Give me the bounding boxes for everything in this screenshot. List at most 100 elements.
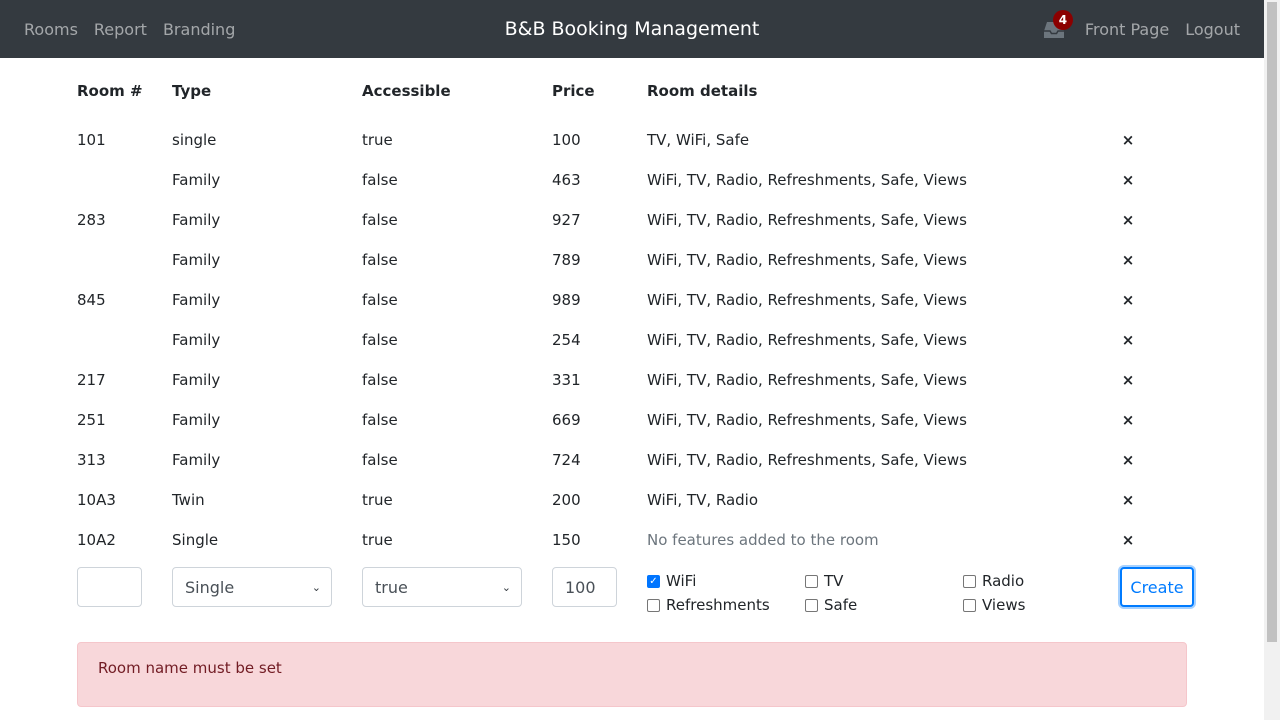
table-row: 10A3 Twin true 200 WiFi, TV, Radio × xyxy=(0,480,1264,520)
checkbox-icon xyxy=(963,598,976,612)
delete-icon[interactable]: × xyxy=(1120,440,1136,480)
room-number: 845 xyxy=(77,291,106,309)
room-details: TV, WiFi, Safe xyxy=(647,131,750,149)
header-accessible: Accessible xyxy=(362,82,451,100)
room-details: WiFi, TV, Radio, Refreshments, Safe, Vie… xyxy=(647,331,967,349)
room-price-input[interactable]: 100 xyxy=(552,567,617,607)
room-type: Family xyxy=(172,211,221,229)
room-number: 251 xyxy=(77,411,106,429)
nav-rooms-link[interactable]: Rooms xyxy=(24,20,78,39)
nav-right: 4 Front Page Logout xyxy=(1043,0,1240,58)
room-accessible: true xyxy=(362,531,393,549)
feature-tv-checkbox[interactable]: TV xyxy=(805,572,843,590)
room-price: 331 xyxy=(552,371,581,389)
room-accessible: false xyxy=(362,411,398,429)
feature-radio-label: Radio xyxy=(982,572,1025,590)
error-alert-message: Room name must be set xyxy=(98,659,282,677)
navbar: Rooms Report Branding B&B Booking Manage… xyxy=(0,0,1264,58)
notification-badge: 4 xyxy=(1052,10,1073,30)
room-type: Family xyxy=(172,411,221,429)
delete-icon[interactable]: × xyxy=(1120,480,1136,520)
room-price: 200 xyxy=(552,491,581,509)
room-type-select[interactable]: Single ⌄ xyxy=(172,567,332,607)
delete-icon[interactable]: × xyxy=(1120,400,1136,440)
table-row: 313 Family false 724 WiFi, TV, Radio, Refres… xyxy=(0,440,1264,480)
room-accessible: false xyxy=(362,251,398,269)
table-row: 251 Family false 669 WiFi, TV, Radio, Refres… xyxy=(0,400,1264,440)
checkbox-icon: ✓ xyxy=(647,574,660,588)
feature-tv-label: TV xyxy=(824,572,844,590)
room-price: 789 xyxy=(552,251,581,269)
delete-icon[interactable]: × xyxy=(1120,520,1136,560)
room-price: 254 xyxy=(552,331,581,349)
delete-icon[interactable]: × xyxy=(1120,360,1136,400)
room-price: 724 xyxy=(552,451,581,469)
delete-icon[interactable]: × xyxy=(1120,160,1136,200)
chevron-down-icon: ⌄ xyxy=(501,580,511,594)
room-name-input[interactable] xyxy=(77,567,142,607)
room-type: Family xyxy=(172,331,221,349)
feature-views-checkbox[interactable]: Views xyxy=(963,596,1025,614)
room-accessible: false xyxy=(362,291,398,309)
room-type: Family xyxy=(172,251,221,269)
room-type-selected: Single xyxy=(185,577,235,597)
feature-views-label: Views xyxy=(982,596,1026,614)
room-number: 101 xyxy=(77,131,106,149)
feature-safe-label: Safe xyxy=(824,596,858,614)
notifications-button[interactable]: 4 xyxy=(1043,10,1073,39)
checkbox-icon xyxy=(963,574,976,588)
page-scrollbar[interactable] xyxy=(1264,0,1280,720)
delete-icon[interactable]: × xyxy=(1120,320,1136,360)
room-type: Family xyxy=(172,371,221,389)
room-number: 283 xyxy=(77,211,106,229)
room-details: WiFi, TV, Radio, Refreshments, Safe, Vie… xyxy=(647,171,967,189)
room-details: WiFi, TV, Radio xyxy=(647,491,759,509)
room-type: Family xyxy=(172,451,221,469)
room-number: 10A3 xyxy=(77,491,116,509)
room-accessible: false xyxy=(362,371,398,389)
feature-refreshments-checkbox[interactable]: Refreshments xyxy=(647,596,770,614)
room-accessible: true xyxy=(362,131,393,149)
delete-icon[interactable]: × xyxy=(1120,200,1136,240)
feature-radio-checkbox[interactable]: Radio xyxy=(963,572,1024,590)
checkbox-icon xyxy=(805,574,818,588)
nav-left: Rooms Report Branding xyxy=(24,0,251,58)
header-price: Price xyxy=(552,82,595,100)
room-number: 10A2 xyxy=(77,531,116,549)
delete-icon[interactable]: × xyxy=(1120,240,1136,280)
header-room-number: Room # xyxy=(77,82,143,100)
error-alert: Room name must be set xyxy=(77,642,1187,707)
delete-icon[interactable]: × xyxy=(1120,280,1136,320)
feature-refreshments-label: Refreshments xyxy=(666,596,770,614)
room-price: 463 xyxy=(552,171,581,189)
table-row: Family false 254 WiFi, TV, Radio, Refreshme… xyxy=(0,320,1264,360)
room-accessible: false xyxy=(362,211,398,229)
table-row: Family false 789 WiFi, TV, Radio, Refreshme… xyxy=(0,240,1264,280)
nav-report-link[interactable]: Report xyxy=(94,20,147,39)
room-details: WiFi, TV, Radio, Refreshments, Safe, Vie… xyxy=(647,371,967,389)
room-details: WiFi, TV, Radio, Refreshments, Safe, Vie… xyxy=(647,451,967,469)
feature-wifi-checkbox[interactable]: ✓ WiFi xyxy=(647,572,696,590)
table-row: 101 single true 100 TV, WiFi, Safe × xyxy=(0,120,1264,160)
room-type: Family xyxy=(172,171,221,189)
room-details: WiFi, TV, Radio, Refreshments, Safe, Vie… xyxy=(647,251,967,269)
accessible-select[interactable]: true ⌄ xyxy=(362,567,522,607)
table-row: 283 Family false 927 WiFi, TV, Radio, Refres… xyxy=(0,200,1264,240)
room-price: 989 xyxy=(552,291,581,309)
room-type: Single xyxy=(172,531,219,549)
checkbox-icon xyxy=(805,598,818,612)
delete-icon[interactable]: × xyxy=(1120,120,1136,160)
feature-safe-checkbox[interactable]: Safe xyxy=(805,596,857,614)
scrollbar-thumb[interactable] xyxy=(1267,2,1277,642)
room-accessible: false xyxy=(362,451,398,469)
chevron-down-icon: ⌄ xyxy=(311,580,321,594)
room-number: 313 xyxy=(77,451,106,469)
checkbox-icon xyxy=(647,598,660,612)
create-room-button[interactable]: Create xyxy=(1120,567,1194,607)
table-row: Family false 463 WiFi, TV, Radio, Refreshme… xyxy=(0,160,1264,200)
nav-branding-link[interactable]: Branding xyxy=(163,20,235,39)
nav-logout-link[interactable]: Logout xyxy=(1185,20,1240,39)
table-row: 217 Family false 331 WiFi, TV, Radio, Refres… xyxy=(0,360,1264,400)
table-row: 10A2 Single true 150 No features added to th… xyxy=(0,520,1264,560)
nav-front-page-link[interactable]: Front Page xyxy=(1085,20,1169,39)
